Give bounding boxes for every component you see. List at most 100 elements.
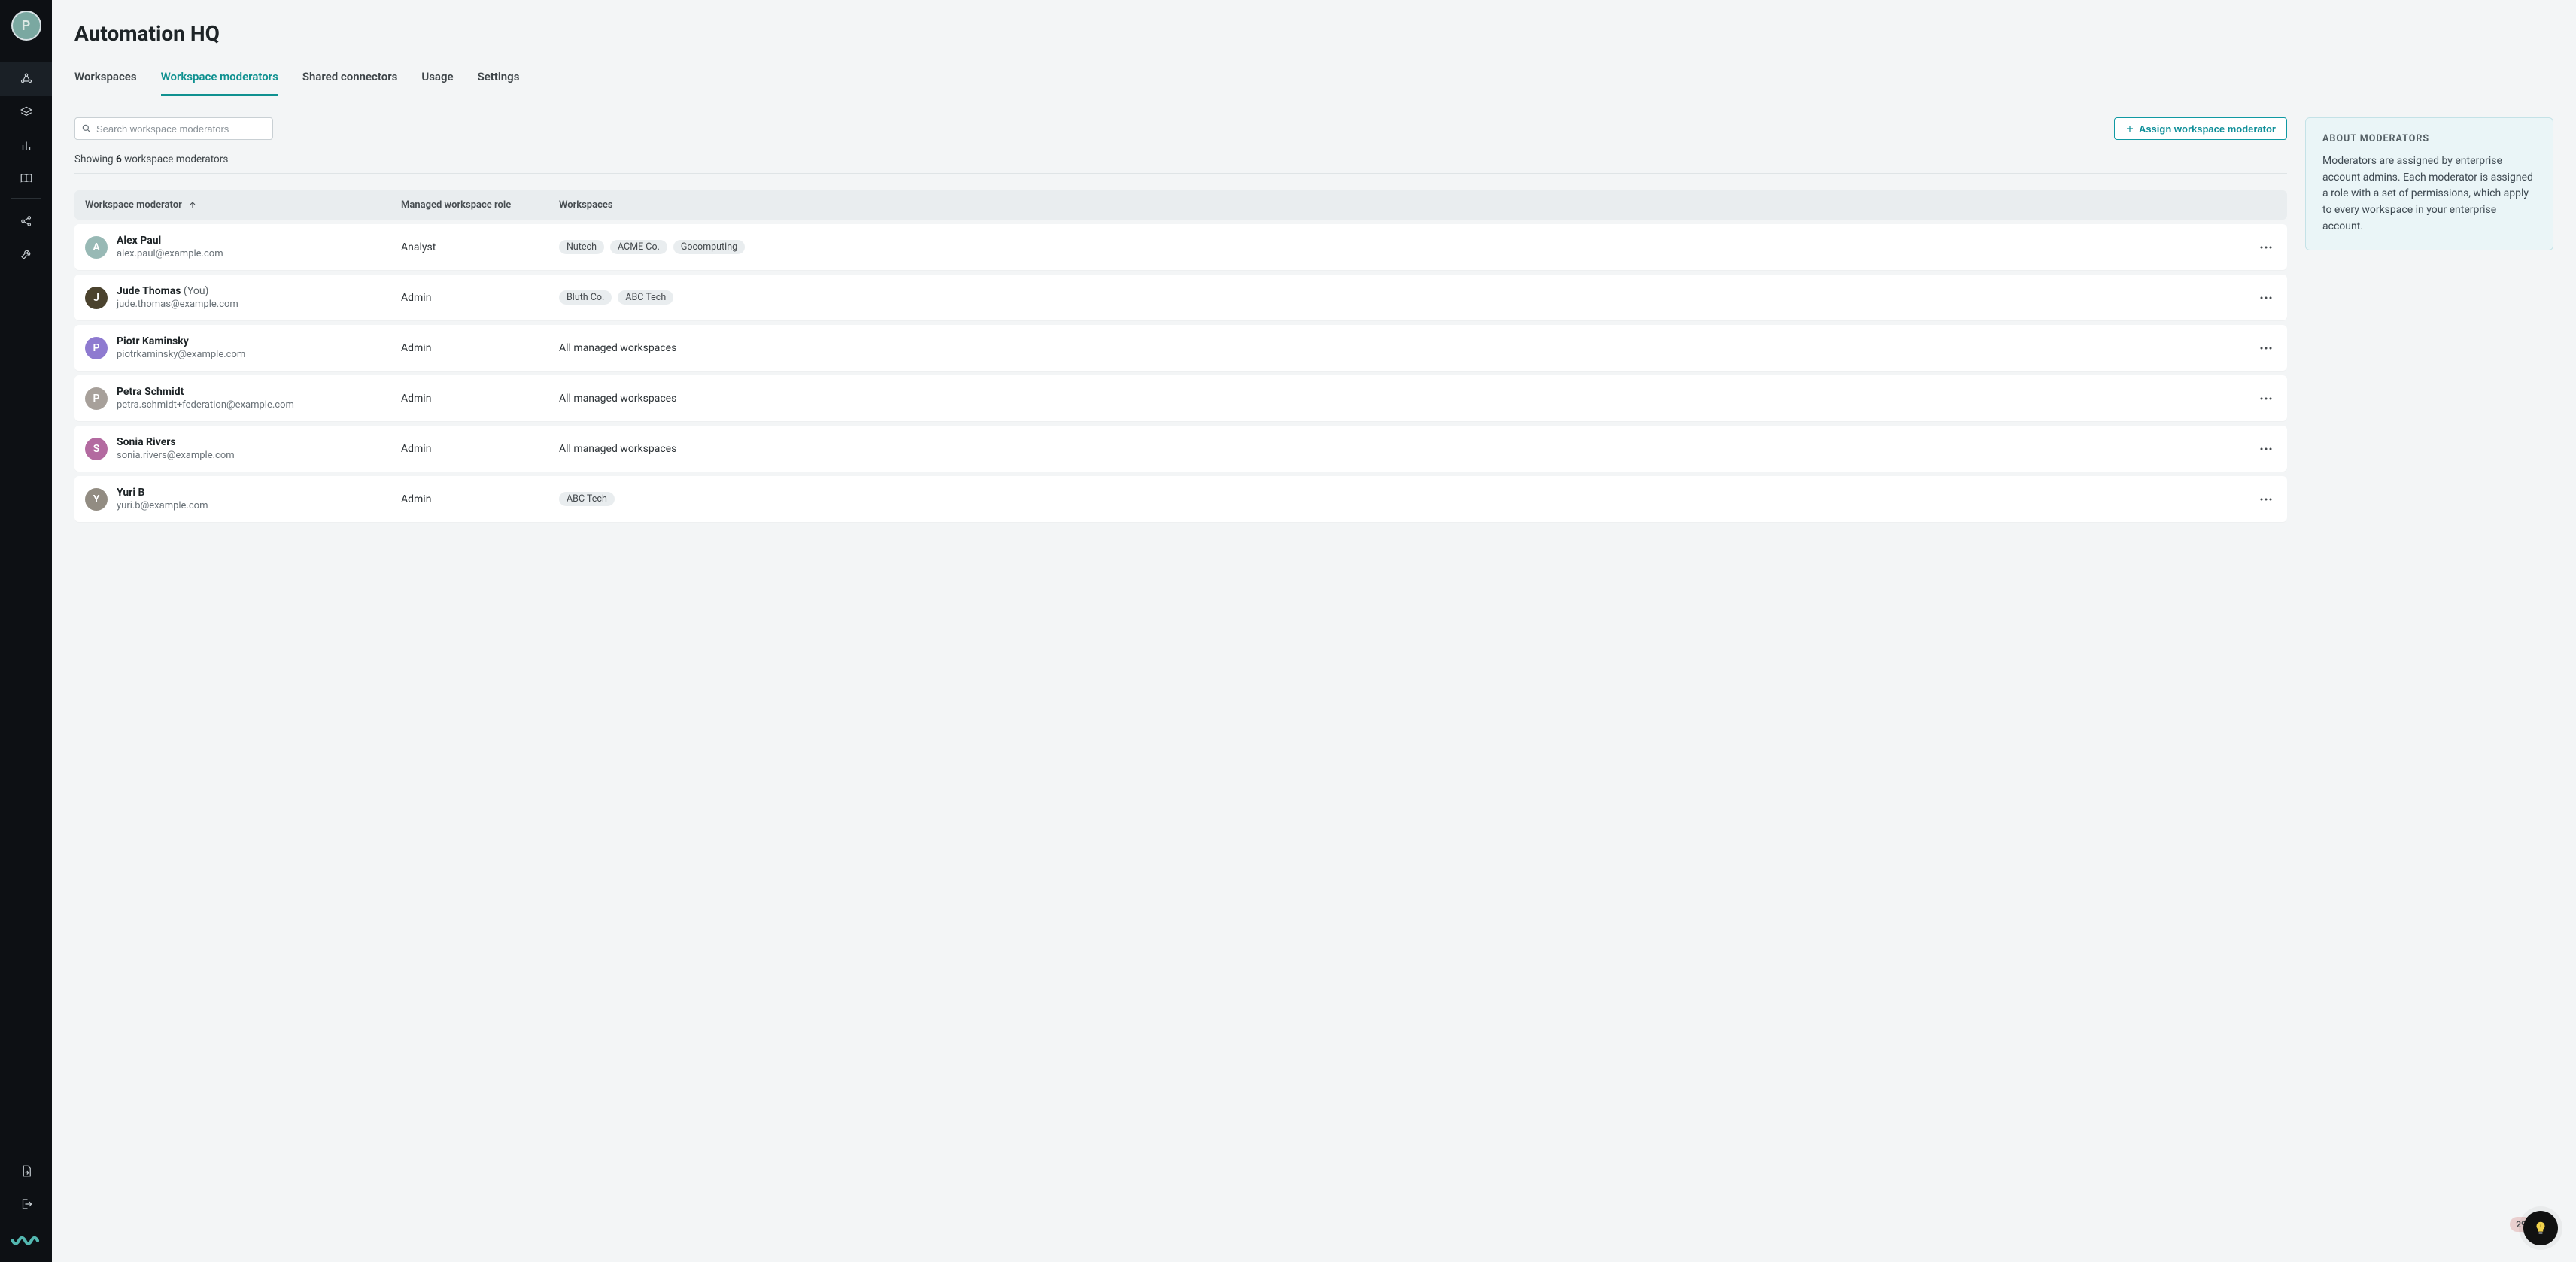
search-input[interactable] [96,123,266,135]
plus-icon [2125,124,2134,133]
nav-tools[interactable] [0,238,52,271]
moderator-name: Alex Paul [117,235,223,247]
user-avatar-initial: P [22,18,31,34]
tab-shared-connectors[interactable]: Shared connectors [302,62,398,96]
main-content: Automation HQ WorkspacesWorkspace modera… [52,0,2576,1262]
moderator-role: Admin [401,342,559,354]
page-title: Automation HQ [74,21,2553,46]
workspace-tag: ABC Tech [618,290,673,305]
row-actions-button[interactable] [2256,338,2277,359]
share-icon [20,214,33,228]
avatar: A [85,236,108,259]
tab-workspace-moderators[interactable]: Workspace moderators [161,62,278,96]
lightbulb-icon [2532,1220,2549,1236]
tabs: Workspaces Workspace moderators Shared con… [74,62,2553,96]
avatar: Y [85,488,108,511]
workspace-tag: Nutech [559,240,604,254]
moderator-email: piotrkaminsky@example.com [117,349,245,360]
moderator-role: Admin [401,292,559,304]
more-icon [2259,396,2273,401]
moderator-name: Jude Thomas (You) [117,285,238,297]
table-header: Workspace moderator Managed workspace ro… [74,190,2287,220]
moderator-email: sonia.rivers@example.com [117,450,235,461]
more-icon [2259,245,2273,250]
more-icon [2259,346,2273,350]
nav-export[interactable] [0,1154,52,1188]
moderator-email: yuri.b@example.com [117,500,208,511]
nav-docs[interactable] [0,162,52,195]
user-avatar[interactable]: P [11,11,41,41]
moderator-name: Yuri B [117,487,208,499]
tab-workspaces[interactable]: Workspaces [74,62,137,96]
moderator-email: jude.thomas@example.com [117,299,238,310]
row-actions-button[interactable] [2256,237,2277,258]
table-row[interactable]: J Jude Thomas (You) jude.thomas@example.co… [74,275,2287,320]
sort-ascending-icon [188,201,197,210]
moderator-email: alex.paul@example.com [117,248,223,259]
table-row[interactable]: S Sonia Rivers sonia.rivers@example.com Adm… [74,426,2287,472]
layers-icon [20,105,33,119]
table-row[interactable]: Y Yuri Byuri.b@example.com AdminABC Tech [74,476,2287,522]
more-icon [2259,447,2273,451]
moderator-workspaces: All managed workspaces [559,443,2231,455]
moderator-role: Admin [401,493,559,505]
hub-icon [20,72,33,86]
column-header-role[interactable]: Managed workspace role [401,199,559,211]
moderator-role: Admin [401,393,559,405]
moderator-workspaces: All managed workspaces [559,342,2231,354]
avatar: P [85,387,108,410]
table-row[interactable]: P Piotr Kaminsky piotrkaminsky@example.com… [74,325,2287,371]
table-row[interactable]: P Petra Schmidtpetra.schmidt+federation@e… [74,375,2287,421]
nav-analytics[interactable] [0,129,52,162]
workspace-tag: Gocomputing [673,240,745,254]
assign-moderator-button[interactable]: Assign workspace moderator [2114,117,2287,140]
book-icon [20,171,33,185]
nav-logout[interactable] [0,1188,52,1221]
about-moderators-body: Moderators are assigned by enterprise ac… [2322,153,2536,235]
nav-automation-hq[interactable] [0,62,52,96]
avatar: S [85,438,108,460]
column-header-moderator[interactable]: Workspace moderator [85,199,401,211]
wrench-icon [20,247,33,261]
moderator-rows: A Alex Paulalex.paul@example.com AnalystNu… [74,224,2287,522]
moderator-name: Piotr Kaminsky [117,335,245,347]
search-icon [81,123,92,134]
app-logo [11,1230,41,1248]
table-row[interactable]: A Alex Paulalex.paul@example.com AnalystNu… [74,224,2287,270]
avatar: P [85,337,108,359]
workspace-tag: ACME Co. [610,240,667,254]
more-icon [2259,497,2273,502]
sidebar: P [0,0,52,1262]
tab-usage[interactable]: Usage [421,62,453,96]
moderator-workspaces: ABC Tech [559,492,2231,506]
moderator-workspaces: All managed workspaces [559,393,2231,405]
more-icon [2259,296,2273,300]
showing-count: Showing 6 workspace moderators [74,153,2287,174]
moderator-role: Analyst [401,241,559,253]
row-actions-button[interactable] [2256,287,2277,308]
moderator-name: Sonia Rivers [117,436,235,448]
nav-share[interactable] [0,205,52,238]
about-moderators-card: ABOUT MODERATORS Moderators are assigned… [2305,117,2553,250]
bar-chart-icon [20,138,33,152]
row-actions-button[interactable] [2256,438,2277,460]
nav-layers[interactable] [0,96,52,129]
workspace-tag: ABC Tech [559,492,615,506]
workspace-tag: Bluth Co. [559,290,612,305]
assign-moderator-label: Assign workspace moderator [2139,123,2276,135]
moderator-workspaces: Nutech ACME Co. Gocomputing [559,240,2231,254]
tab-settings[interactable]: Settings [478,62,520,96]
moderator-role: Admin [401,443,559,455]
help-fab[interactable] [2523,1211,2558,1245]
moderator-email: petra.schmidt+federation@example.com [117,399,294,411]
moderator-workspaces: Bluth Co. ABC Tech [559,290,2231,305]
moderator-name: Petra Schmidt [117,386,294,398]
search-input-container[interactable] [74,117,273,140]
column-header-workspaces[interactable]: Workspaces [559,199,2231,211]
row-actions-button[interactable] [2256,388,2277,409]
avatar: J [85,287,108,309]
divider [11,198,41,199]
logout-icon [20,1197,33,1211]
row-actions-button[interactable] [2256,489,2277,510]
document-export-icon [20,1164,33,1178]
